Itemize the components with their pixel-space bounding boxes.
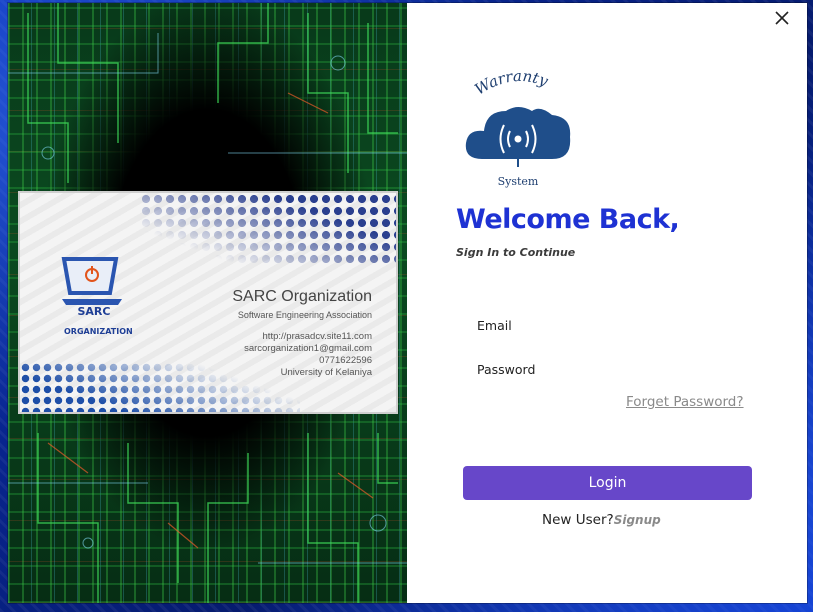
email-field[interactable] — [548, 316, 752, 338]
card-university: University of Kelaniya — [280, 367, 372, 378]
close-icon — [775, 11, 789, 25]
logo-top-text: Warranty — [472, 69, 551, 99]
warranty-system-logo: Warranty System — [465, 69, 571, 188]
password-label: Password — [477, 362, 536, 377]
card-dot-pattern-top — [140, 193, 396, 263]
card-logo-subtitle: ORGANIZATION — [64, 327, 133, 336]
password-field[interactable] — [548, 360, 752, 382]
card-subtitle: Software Engineering Association — [237, 310, 372, 320]
card-website: http://prasadcv.site11.com — [262, 331, 372, 342]
email-label: Email — [477, 318, 512, 333]
card-contact-details: http://prasadcv.site11.com sarcorganizat… — [244, 331, 372, 379]
svg-text:Warranty: Warranty — [472, 69, 551, 99]
card-email: sarcorganization1@gmail.com — [244, 343, 372, 354]
login-window: SARC ORGANIZATION SARC Organization Soft… — [8, 3, 807, 603]
circuit-background-image: SARC ORGANIZATION SARC Organization Soft… — [8, 3, 407, 603]
login-button[interactable]: Login — [463, 466, 752, 500]
signup-row: New User?Signup — [542, 512, 661, 528]
forget-password-link[interactable]: Forget Password? — [626, 394, 744, 410]
cloud-signal-icon — [465, 107, 571, 167]
business-card-image: SARC ORGANIZATION SARC Organization Soft… — [18, 191, 398, 414]
new-user-label: New User? — [542, 512, 614, 528]
card-phone: 0771622596 — [319, 355, 372, 366]
welcome-heading: Welcome Back, — [456, 204, 680, 235]
welcome-subheading: Sign In to Continue — [456, 246, 576, 259]
card-logo-name: SARC — [77, 305, 111, 318]
signup-link[interactable]: Signup — [614, 513, 661, 527]
logo-bottom-text: System — [498, 175, 539, 188]
close-button[interactable] — [771, 7, 793, 29]
card-title: SARC Organization — [232, 288, 372, 305]
